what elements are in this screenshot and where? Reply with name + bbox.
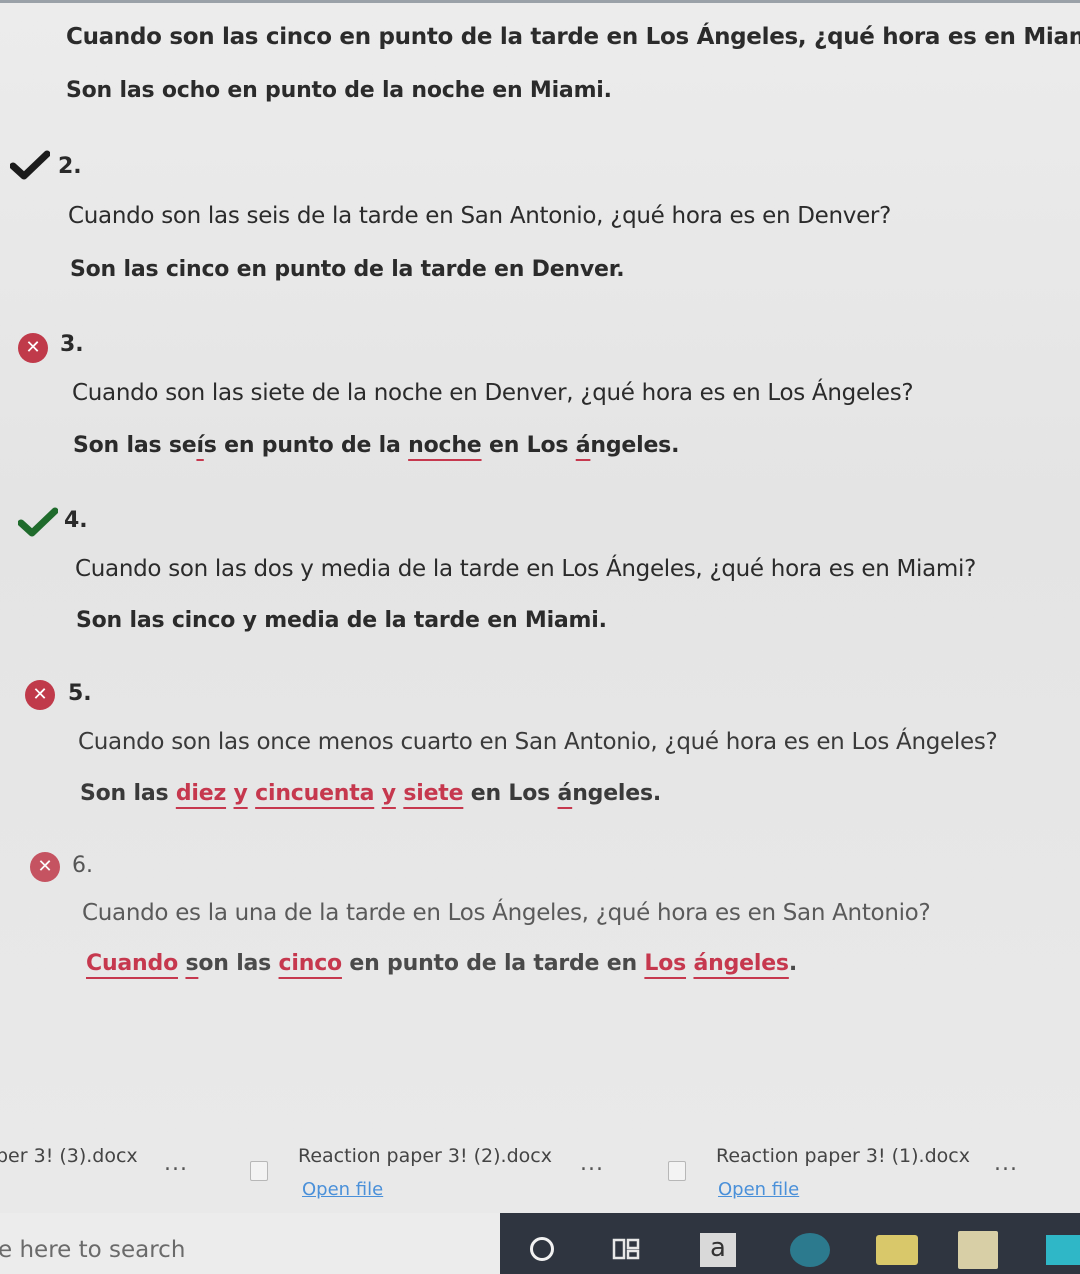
- error-mark: s: [185, 951, 199, 976]
- error-mark: á: [575, 433, 591, 458]
- error-mark: diez: [175, 781, 227, 806]
- question-number: 6.: [72, 853, 93, 878]
- answer-text: Cuando son las cinco en punto de la tard…: [86, 951, 797, 976]
- error-mark: á: [557, 781, 573, 806]
- question-number: 3.: [60, 332, 84, 357]
- downloads-bar: per 3! (3).docx ... Reaction paper 3! (2…: [0, 1135, 1080, 1213]
- open-file-link[interactable]: Open file: [302, 1179, 383, 1200]
- answer-text: Son las ocho en punto de la noche en Mia…: [66, 78, 612, 103]
- error-mark: siete: [403, 781, 464, 806]
- question-number: 5.: [68, 681, 92, 706]
- top-divider: [0, 0, 1080, 3]
- search-placeholder[interactable]: e here to search: [0, 1237, 185, 1263]
- question-text: Cuando son las dos y media de la tarde e…: [75, 556, 977, 582]
- file-explorer-icon[interactable]: [876, 1235, 918, 1265]
- error-mark: cinco: [278, 951, 343, 976]
- x-circle-icon: ✕: [25, 680, 55, 710]
- amazon-app-icon[interactable]: a: [700, 1233, 736, 1267]
- answer-text: Son las cinco y media de la tarde en Mia…: [76, 608, 607, 633]
- error-mark: Cuando: [86, 951, 178, 976]
- taskbar: e here to search a: [0, 1213, 1080, 1274]
- download-filename[interactable]: Reaction paper 3! (1).docx: [716, 1145, 970, 1167]
- file-icon: [250, 1161, 268, 1181]
- question-number: 4.: [64, 508, 88, 533]
- error-mark: Los: [644, 951, 687, 976]
- taskbar-search-box[interactable]: e here to search: [0, 1213, 500, 1274]
- question-text: Cuando es la una de la tarde en Los Ánge…: [82, 900, 931, 926]
- download-filename[interactable]: per 3! (3).docx: [0, 1145, 138, 1167]
- more-options-icon[interactable]: ...: [580, 1151, 604, 1176]
- task-view-icon[interactable]: [612, 1237, 642, 1261]
- question-text: Cuando son las cinco en punto de la tard…: [66, 24, 1080, 50]
- check-icon: [18, 507, 58, 537]
- cortana-icon[interactable]: [530, 1237, 554, 1261]
- error-mark: noche: [408, 433, 482, 458]
- download-filename[interactable]: Reaction paper 3! (2).docx: [298, 1145, 552, 1167]
- error-mark: í: [196, 433, 204, 458]
- more-options-icon[interactable]: ...: [164, 1151, 188, 1176]
- store-icon[interactable]: [958, 1231, 998, 1269]
- edge-browser-icon[interactable]: [790, 1233, 830, 1267]
- more-options-icon[interactable]: ...: [994, 1151, 1018, 1176]
- error-mark: y: [233, 781, 248, 806]
- question-number: 2.: [58, 154, 82, 179]
- answer-text: Son las diez y cincuenta y siete en Los …: [80, 781, 662, 806]
- mail-icon[interactable]: [1046, 1235, 1080, 1265]
- x-circle-icon: ✕: [30, 852, 60, 882]
- question-text: Cuando son las siete de la noche en Denv…: [72, 380, 914, 406]
- error-mark: cincuenta: [255, 781, 375, 806]
- question-text: Cuando son las seis de la tarde en San A…: [68, 203, 891, 229]
- file-icon: [668, 1161, 686, 1181]
- question-text: Cuando son las once menos cuarto en San …: [78, 729, 998, 755]
- error-mark: ángeles: [693, 951, 789, 976]
- answer-text: Son las cinco en punto de la tarde en De…: [70, 257, 625, 282]
- x-circle-icon: ✕: [18, 333, 48, 363]
- answer-text: Son las seís en punto de la noche en Los…: [73, 433, 680, 458]
- error-mark: y: [381, 781, 396, 806]
- open-file-link[interactable]: Open file: [718, 1179, 799, 1200]
- check-icon: [10, 150, 50, 180]
